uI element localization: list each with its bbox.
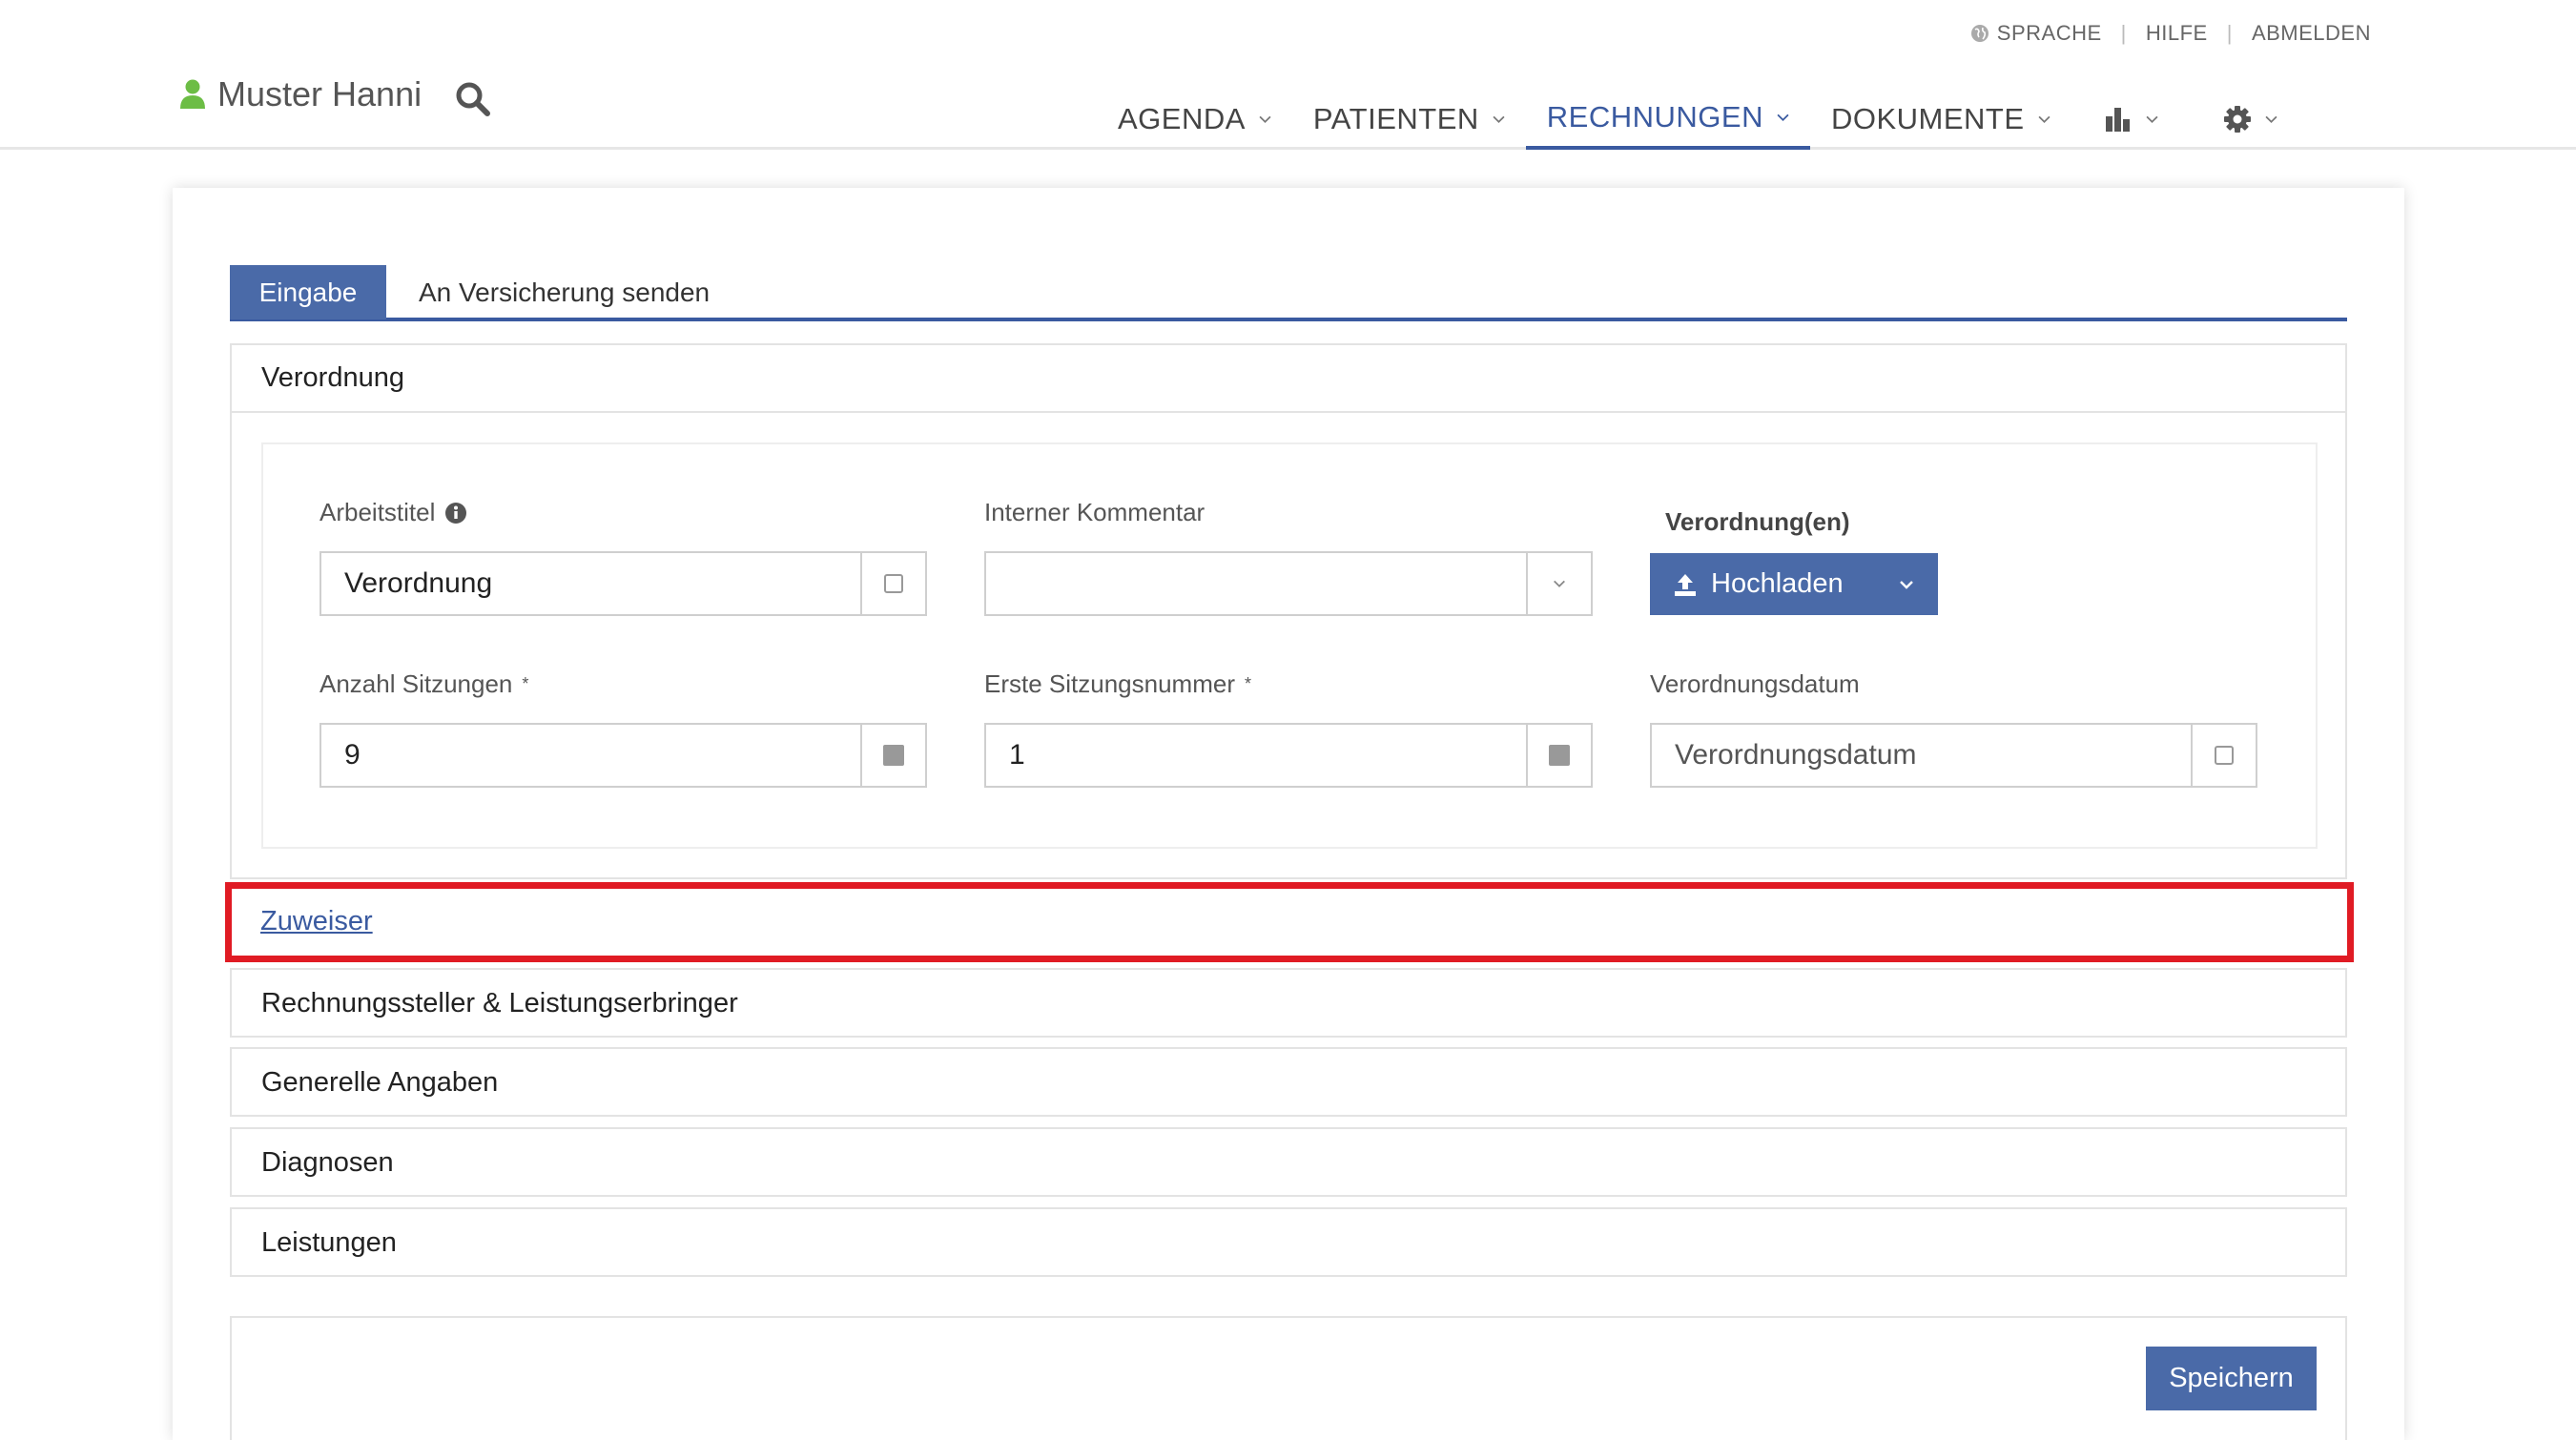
nav-agenda[interactable]: AGENDA (1097, 65, 1292, 150)
leistungen-header[interactable]: Leistungen (232, 1209, 2345, 1277)
chevron-down-icon (2146, 115, 2158, 123)
calendar-checkbox-icon (2215, 746, 2234, 765)
chevron-down-icon (2038, 115, 2050, 123)
erste-sitzungsnummer-addon[interactable] (1526, 725, 1591, 786)
main-nav: AGENDA PATIENTEN RECHNUNGEN DOKUMENTE (1097, 65, 2310, 150)
language-link[interactable]: SPRACHE (1970, 21, 2102, 46)
zuweiser-link[interactable]: Zuweiser (230, 887, 2347, 956)
upload-label: Hochladen (1711, 568, 1844, 599)
arbeitstitel-label-text: Arbeitstitel (319, 498, 436, 526)
erste-sitzungsnummer-label-text: Erste Sitzungsnummer (984, 669, 1235, 698)
search-icon (456, 82, 490, 116)
globe-icon (1970, 25, 1989, 42)
upload-icon (1675, 573, 1696, 596)
chevron-down-icon (1259, 115, 1271, 123)
diagnosen-panel[interactable]: Diagnosen (230, 1127, 2347, 1197)
help-link[interactable]: HILFE (2146, 21, 2208, 46)
search-button[interactable] (454, 80, 492, 118)
diagnosen-header[interactable]: Diagnosen (232, 1129, 2345, 1197)
anzahl-sitzungen-label-text: Anzahl Sitzungen (319, 669, 513, 698)
rechnungssteller-panel[interactable]: Rechnungssteller & Leistungserbringer (230, 968, 2347, 1038)
link-separator: | (2120, 21, 2127, 45)
arbeitstitel-field[interactable]: Verordnung (319, 551, 927, 616)
arbeitstitel-label: Arbeitstitel (319, 498, 467, 527)
user-icon (180, 79, 205, 109)
user-name: Muster Hanni (217, 74, 422, 113)
arbeitstitel-addon[interactable] (860, 553, 925, 614)
tab-eingabe[interactable]: Eingabe (230, 265, 386, 319)
upload-button[interactable]: Hochladen (1650, 553, 1938, 615)
square-icon (883, 745, 904, 766)
user-menu[interactable]: Muster Hanni (179, 74, 422, 114)
chevron-down-icon (1493, 115, 1505, 123)
info-icon[interactable] (444, 502, 467, 525)
upload-dropdown-toggle[interactable] (1898, 576, 1915, 593)
checkbox-icon (884, 574, 903, 593)
top-links: SPRACHE | HILFE | ABMELDEN (1970, 21, 2371, 46)
anzahl-sitzungen-field[interactable]: 9 (319, 723, 927, 788)
verordnungsdatum-label: Verordnungsdatum (1650, 669, 1860, 698)
verordnungsdatum-addon[interactable] (2191, 725, 2256, 786)
erste-sitzungsnummer-field[interactable]: 1 (984, 723, 1593, 788)
nav-agenda-label: AGENDA (1118, 101, 1246, 135)
tab-versicherung-senden[interactable]: An Versicherung senden (419, 265, 710, 319)
nav-dokumente[interactable]: DOKUMENTE (1810, 65, 2071, 150)
verordnung-header[interactable]: Verordnung (232, 345, 2345, 413)
tab-bar: Eingabe An Versicherung senden (230, 265, 2347, 321)
gear-icon (2223, 105, 2251, 133)
nav-rechnungen[interactable]: RECHNUNGEN (1525, 65, 1810, 150)
nav-patienten-label: PATIENTEN (1312, 101, 1479, 135)
logout-link[interactable]: ABMELDEN (2252, 21, 2371, 46)
verordnungsdatum-field[interactable]: Verordnungsdatum (1650, 723, 2257, 788)
chevron-down-icon (2265, 115, 2277, 123)
generelle-angaben-header[interactable]: Generelle Angaben (232, 1049, 2345, 1117)
erste-sitzungsnummer-label: Erste Sitzungsnummer * (984, 669, 1251, 699)
required-mark: * (1244, 674, 1251, 693)
erste-sitzungsnummer-value[interactable]: 1 (986, 725, 1526, 786)
square-icon (1549, 745, 1570, 766)
kommentar-dropdown-toggle[interactable] (1526, 553, 1591, 614)
anzahl-sitzungen-value[interactable]: 9 (321, 725, 860, 786)
language-label: SPRACHE (1996, 21, 2102, 45)
rechnungssteller-header[interactable]: Rechnungssteller & Leistungserbringer (232, 970, 2345, 1038)
bar-chart-icon (2105, 107, 2130, 132)
chevron-down-icon (1777, 113, 1789, 121)
save-button[interactable]: Speichern (2146, 1347, 2317, 1410)
verordnungsdatum-input[interactable]: Verordnungsdatum (1652, 725, 2191, 786)
kommentar-select[interactable] (984, 551, 1593, 616)
generelle-angaben-panel[interactable]: Generelle Angaben (230, 1047, 2347, 1117)
chevron-down-icon (1554, 580, 1565, 587)
nav-rechnungen-label: RECHNUNGEN (1546, 99, 1763, 134)
nav-settings[interactable] (2191, 65, 2310, 150)
nav-dokumente-label: DOKUMENTE (1830, 101, 2025, 135)
verordnungen-label: Verordnung(en) (1665, 507, 1850, 536)
required-mark: * (522, 674, 529, 693)
leistungen-panel[interactable]: Leistungen (230, 1207, 2347, 1277)
nav-statistics[interactable] (2071, 65, 2191, 150)
anzahl-sitzungen-label: Anzahl Sitzungen * (319, 669, 528, 699)
nav-patienten[interactable]: PATIENTEN (1292, 65, 1526, 150)
link-separator: | (2226, 21, 2233, 45)
kommentar-value[interactable] (986, 553, 1526, 614)
chevron-down-icon (1900, 580, 1913, 589)
arbeitstitel-value[interactable]: Verordnung (321, 553, 860, 614)
top-bar: SPRACHE | HILFE | ABMELDEN Muster Hanni … (0, 0, 2576, 150)
verordnung-form (261, 442, 2318, 849)
kommentar-label: Interner Kommentar (984, 498, 1206, 526)
anzahl-sitzungen-addon[interactable] (860, 725, 925, 786)
footer-actions (230, 1316, 2347, 1440)
